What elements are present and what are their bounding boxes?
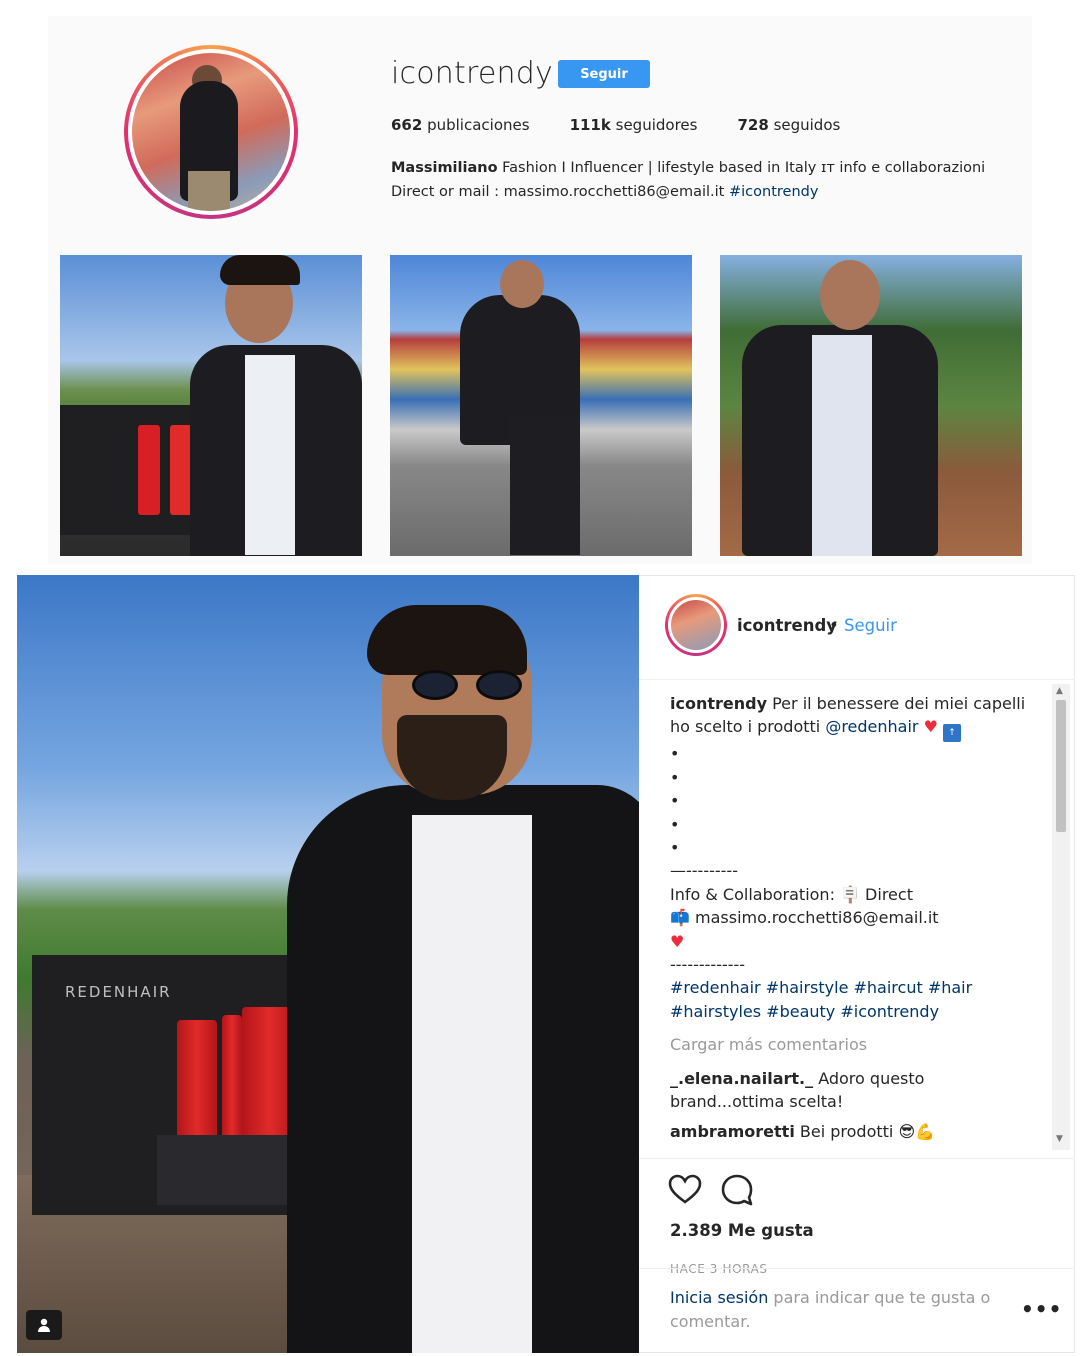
caption: icontrendy Per il benessere dei miei cap… [670, 692, 1040, 743]
caption-dot: • [670, 744, 680, 764]
profile-avatar[interactable] [124, 45, 298, 219]
caption-username[interactable]: icontrendy [670, 694, 767, 713]
post-username[interactable]: icontrendy [737, 616, 837, 635]
profile-username: icontrendy [391, 56, 553, 91]
caption-dot: • [670, 767, 680, 787]
mailbox-emoji-icon: 📫 [670, 908, 690, 928]
follow-button[interactable]: Seguir [558, 60, 650, 88]
grid-thumbnail-1[interactable] [60, 255, 362, 556]
scrollbar-thumb[interactable] [1056, 700, 1066, 832]
more-options-button[interactable]: ••• [1021, 1297, 1062, 1321]
caption-dot: • [670, 838, 680, 858]
sunglasses-emoji-icon: 😎 [898, 1121, 916, 1141]
caption-info: Info & Collaboration: 🪧 Direct [670, 883, 1040, 906]
comments-list: icontrendy Per il benessere dei miei cap… [670, 692, 1040, 1143]
caption-divider: —--------- [670, 861, 738, 881]
load-more-comments[interactable]: Cargar más comentarios [670, 1033, 1040, 1056]
comment-username[interactable]: _.elena.nailart._ [670, 1069, 813, 1088]
signpost-emoji-icon: 🪧 [840, 884, 860, 904]
caption-hashtags[interactable]: #redenhair #hairstyle #haircut #hair #ha… [670, 976, 1040, 1023]
scroll-down-arrow-icon[interactable]: ▼ [1056, 1134, 1063, 1144]
post-follow-link[interactable]: Seguir [844, 616, 897, 635]
comments-scrollbar[interactable]: ▲ ▼ [1052, 684, 1070, 1150]
flexed-arm-emoji-icon: 💪 [915, 1121, 936, 1141]
grid-thumbnail-3[interactable] [720, 255, 1022, 556]
post-sidebar: icontrendy • Seguir icontrendy Per il be… [639, 575, 1075, 1353]
likes-count[interactable]: 2.389 Me gusta [670, 1221, 814, 1240]
avatar-photo [132, 53, 290, 211]
comment-username[interactable]: ambramoretti [670, 1122, 795, 1141]
profile-stats: 662 publicaciones 111k seguidores 728 se… [391, 116, 880, 134]
post-photo[interactable]: REDENHAIR [17, 575, 639, 1353]
login-link[interactable]: Inicia sesión [670, 1288, 768, 1307]
login-text: Inicia sesión para indicar que te gusta … [670, 1286, 1000, 1334]
stat-followers[interactable]: 111k seguidores [570, 116, 698, 134]
stat-following[interactable]: 728 seguidos [737, 116, 840, 134]
login-prompt: Inicia sesión para indicar que te gusta … [639, 1268, 1075, 1331]
caption-divider-2: ------------- [670, 955, 746, 975]
top-emoji-icon: ↑ [943, 724, 962, 743]
caption-dot: • [670, 814, 680, 834]
bio-name: Massimiliano [391, 160, 498, 176]
post-actions: 2.389 Me gusta HACE 3 HORAS [639, 1158, 1075, 1276]
user-tag-icon[interactable] [26, 1310, 62, 1340]
profile-bio: Massimiliano Fashion I Influencer | life… [391, 156, 1023, 204]
caption-email-line: 📫 massimo.rocchetti86@email.it [670, 906, 1040, 929]
caption-mention[interactable]: @redenhair [825, 717, 918, 736]
comment-text: Bei prodotti [794, 1121, 899, 1141]
product-brand-label: REDENHAIR [65, 983, 172, 1001]
caption-email: massimo.rocchetti86@email.it [689, 908, 939, 928]
heart-icon[interactable] [668, 1173, 702, 1207]
scroll-up-arrow-icon[interactable]: ▲ [1056, 686, 1063, 696]
comment-item: ambramoretti Bei prodotti 😎💪 [670, 1120, 1040, 1143]
bio-hashtag[interactable]: #icontrendy [729, 184, 818, 200]
post-avatar[interactable] [665, 594, 727, 656]
post-timestamp: HACE 3 HORAS [670, 1262, 768, 1276]
comment-icon[interactable] [720, 1173, 754, 1207]
info-direct: Direct [859, 884, 913, 904]
info-label: Info & Collaboration: [670, 884, 841, 904]
comment-item: _.elena.nailart._ Adoro questo brand...o… [670, 1067, 1040, 1114]
grid-thumbnail-2[interactable] [390, 255, 692, 556]
stat-posts: 662 publicaciones [391, 116, 530, 134]
separator-dot: • [829, 616, 839, 635]
heart-emoji-icon: ♥ [670, 931, 685, 951]
heart-emoji-icon: ♥ [923, 717, 938, 737]
post-header: icontrendy • Seguir [639, 576, 1075, 680]
caption-dot: • [670, 791, 680, 811]
